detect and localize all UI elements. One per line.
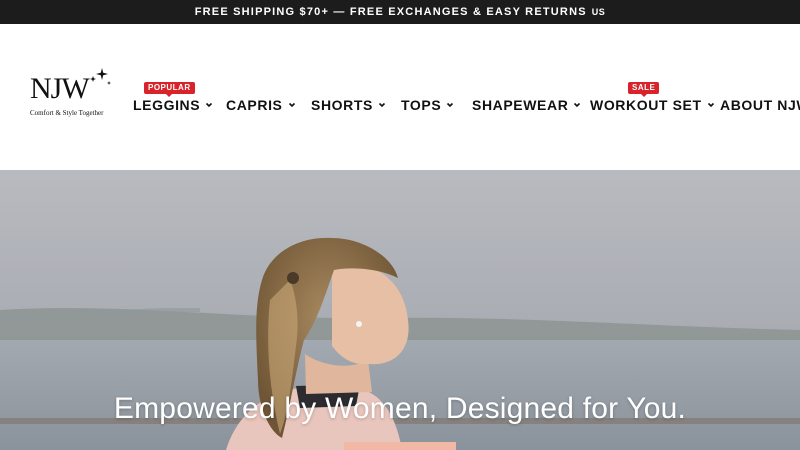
hero-banner[interactable]: Empowered by Women, Designed for You.: [0, 170, 800, 450]
nav-item-label: SHAPEWEAR: [472, 97, 569, 113]
hero-cta-button[interactable]: [344, 442, 456, 450]
nav-item-shorts[interactable]: SHORTS: [311, 97, 386, 113]
nav-item-about[interactable]: ABOUT NJW: [720, 97, 800, 113]
nav-item-label: ABOUT NJW: [720, 97, 800, 113]
chevron-down-icon: [574, 102, 581, 108]
nav-item-capris[interactable]: CAPRIS: [226, 97, 296, 113]
chevron-down-icon: [378, 102, 386, 108]
nav-item-label: WORKOUT SET: [590, 97, 702, 113]
sale-badge: SALE: [628, 82, 660, 97]
nav-item-label: LEGGINS: [133, 97, 201, 113]
nav-item-label: TOPS: [401, 97, 442, 113]
chevron-down-icon: [447, 102, 454, 108]
locale-selector[interactable]: US: [592, 7, 606, 17]
nav-item-tops[interactable]: TOPS: [401, 97, 454, 113]
chevron-down-icon: [206, 102, 213, 108]
nav-item-leggins[interactable]: LEGGINS: [133, 97, 213, 113]
chevron-down-icon: [288, 102, 295, 108]
popular-badge: POPULAR: [144, 82, 195, 97]
chevron-down-icon: [707, 102, 714, 108]
main-navigation: POPULAR LEGGINS CAPRIS SHORTS TOPS SHAPE…: [0, 24, 800, 170]
hero-headline: Empowered by Women, Designed for You.: [113, 392, 687, 425]
nav-item-label: CAPRIS: [226, 97, 283, 113]
announcement-text: FREE SHIPPING $70+ — FREE EXCHANGES & EA…: [194, 6, 587, 18]
nav-item-shapewear[interactable]: SHAPEWEAR: [472, 97, 581, 113]
nav-item-workout-set[interactable]: WORKOUT SET: [590, 97, 715, 113]
site-header: NJW Comfort & Style Together POPULAR LEG…: [0, 24, 800, 170]
announcement-bar: FREE SHIPPING $70+ — FREE EXCHANGES & EA…: [0, 0, 800, 24]
nav-item-label: SHORTS: [311, 97, 373, 113]
